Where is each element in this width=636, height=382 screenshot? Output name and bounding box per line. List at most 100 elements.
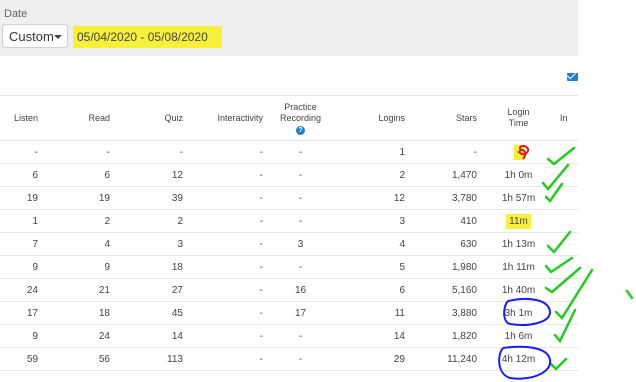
header-ind[interactable]: In bbox=[556, 95, 578, 141]
cell-logins: 6 bbox=[334, 278, 409, 302]
cell-value: - bbox=[34, 146, 38, 158]
cell-value: 9 bbox=[32, 261, 38, 273]
cell-read: 9 bbox=[42, 255, 114, 279]
cell-practice: - bbox=[267, 255, 334, 279]
cell-value: 4h 12m bbox=[501, 353, 536, 365]
cell-value: 1h 40m bbox=[501, 284, 536, 296]
cell-listen: 7 bbox=[0, 232, 42, 256]
cell-value: 1 bbox=[32, 215, 38, 227]
cell-value: 5,160 bbox=[451, 284, 477, 296]
cell-value: - bbox=[298, 215, 303, 227]
cell-read: 18 bbox=[42, 301, 114, 325]
table-row: 6 6 12 - - 2 1,470 1h 0m bbox=[0, 163, 578, 187]
header-login-time[interactable]: Login Time bbox=[481, 95, 556, 141]
cell-value: 16 bbox=[294, 284, 307, 296]
header-practice-recording[interactable]: Practice Recording ? bbox=[267, 95, 334, 141]
cell-value: 1h 0m bbox=[504, 169, 533, 181]
cell-quiz: 18 bbox=[114, 255, 187, 279]
cell-logins: 5 bbox=[334, 255, 409, 279]
cell-logins: 4 bbox=[334, 232, 409, 256]
cell-stars: 1,470 bbox=[409, 163, 481, 187]
cell-value: 410 bbox=[460, 215, 477, 227]
cell-value: 3 bbox=[399, 215, 405, 227]
cell-value: - bbox=[473, 146, 477, 158]
cell-logins: 29 bbox=[334, 347, 409, 371]
check-mark bbox=[625, 289, 634, 300]
cell-value: 1h 11m bbox=[502, 261, 535, 273]
cell-ind bbox=[556, 209, 578, 233]
header-quiz[interactable]: Quiz bbox=[114, 95, 187, 141]
header-login-time-line1: Login bbox=[507, 107, 530, 117]
cell-logins: 3 bbox=[334, 209, 409, 233]
cell-value: 3 bbox=[177, 238, 183, 250]
cell-value: 18 bbox=[98, 307, 110, 319]
cell-value: 4 bbox=[399, 238, 405, 250]
cell-value: 14 bbox=[171, 330, 183, 342]
cell-practice: 3 bbox=[267, 232, 334, 256]
cell-value: 1,980 bbox=[451, 261, 477, 273]
cell-listen: - bbox=[0, 140, 42, 164]
cell-practice: - bbox=[267, 140, 334, 164]
cell-read: 19 bbox=[42, 186, 114, 210]
cell-ind bbox=[556, 140, 578, 164]
header-interactivity[interactable]: Interactivity bbox=[187, 95, 267, 141]
cell-quiz: 27 bbox=[114, 278, 187, 302]
cell-listen: 9 bbox=[0, 324, 42, 348]
cell-value: - bbox=[259, 353, 263, 365]
header-listen[interactable]: Listen bbox=[0, 95, 42, 141]
cell-value: - bbox=[513, 144, 524, 160]
cell-logins: 12 bbox=[334, 186, 409, 210]
cell-practice: - bbox=[267, 324, 334, 348]
cell-read: 2 bbox=[42, 209, 114, 233]
cell-value: - bbox=[259, 330, 263, 342]
cell-value: 11m bbox=[506, 213, 531, 229]
cell-value: 630 bbox=[460, 238, 477, 250]
cell-read: 6 bbox=[42, 163, 114, 187]
cell-value: 3,880 bbox=[451, 307, 477, 319]
cell-value: 24 bbox=[26, 284, 38, 296]
cell-value: - bbox=[298, 261, 303, 273]
table-body: - - - - -1- -6 6 12- -2 1,470 1h 0m 19 19 39- -12 3,780… bbox=[0, 140, 578, 371]
cell-ind bbox=[556, 278, 578, 302]
table-row: 7 4 3 - 3 4 630 1h 13m bbox=[0, 232, 578, 256]
cell-interactivity: - bbox=[187, 232, 267, 256]
range-type-select[interactable]: Custom bbox=[2, 24, 68, 48]
date-range-input[interactable]: 05/04/2020 - 05/08/2020 bbox=[73, 26, 222, 48]
range-type-value: Custom bbox=[9, 29, 54, 44]
cell-value: 17 bbox=[26, 307, 38, 319]
cell-value: - bbox=[259, 238, 263, 250]
cell-value: 6 bbox=[399, 284, 405, 296]
cell-value: 12 bbox=[171, 169, 183, 181]
filter-bar: Date Custom 05/04/2020 - 05/08/2020 bbox=[0, 0, 578, 56]
cell-read: - bbox=[42, 140, 114, 164]
date-label: Date bbox=[4, 8, 28, 20]
header-read[interactable]: Read bbox=[42, 95, 114, 141]
cell-interactivity: - bbox=[187, 324, 267, 348]
cell-logins: 1 bbox=[334, 140, 409, 164]
mail-icon[interactable] bbox=[567, 73, 578, 81]
cell-value: 6 bbox=[32, 169, 38, 181]
header-logins[interactable]: Logins bbox=[334, 95, 409, 141]
table-row: 59 56 113 - - 29 11,240 4h 12m bbox=[0, 347, 578, 371]
header-stars[interactable]: Stars bbox=[409, 95, 481, 141]
help-circle-icon[interactable]: ? bbox=[296, 125, 305, 135]
cell-ind bbox=[556, 347, 578, 371]
cell-practice: 16 bbox=[267, 278, 334, 302]
cell-value: 9 bbox=[32, 330, 38, 342]
cell-logins: 14 bbox=[334, 324, 409, 348]
cell-quiz: 39 bbox=[114, 186, 187, 210]
cell-value: 11,240 bbox=[447, 353, 477, 365]
cell-value: - bbox=[298, 169, 303, 181]
table-row: 9 24 14 - - 14 1,820 1h 6m bbox=[0, 324, 578, 348]
cell-login-time: 4h 12m bbox=[481, 347, 556, 371]
header-login-time-line2: Time bbox=[508, 118, 529, 128]
cell-value: 29 bbox=[393, 353, 405, 365]
cell-value: - bbox=[259, 307, 263, 319]
cell-stars: 3,880 bbox=[409, 301, 481, 325]
cell-value: 6 bbox=[104, 169, 110, 181]
cell-value: - bbox=[259, 192, 263, 204]
cell-value: 59 bbox=[26, 353, 38, 365]
cell-practice: - bbox=[267, 209, 334, 233]
table-header-row: Listen Read Quiz Interactivity Practice … bbox=[0, 95, 578, 141]
cell-login-time: 1h 57m bbox=[481, 186, 556, 210]
